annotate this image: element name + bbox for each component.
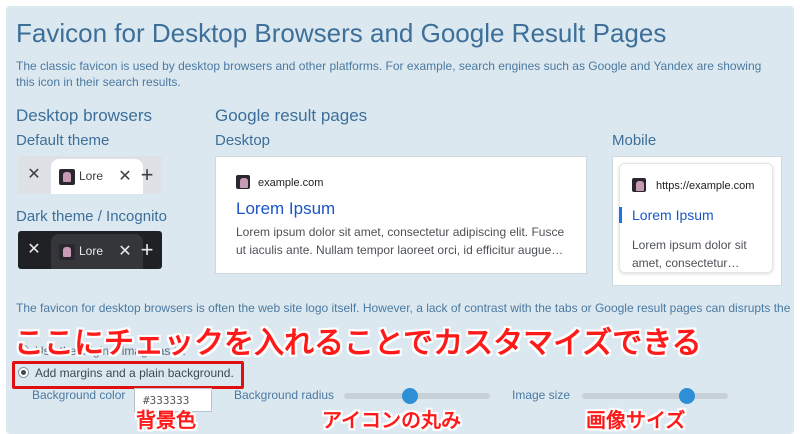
result-snippet: Lorem ipsum dolor sit amet, consectetur …: [236, 223, 576, 259]
default-theme-label: Default theme: [16, 132, 110, 149]
mobile-result-card: https://example.com Lorem Ipsum Lorem ip…: [619, 163, 773, 273]
google-results-heading: Google result pages: [215, 106, 368, 125]
bg-color-label: Background color: [32, 388, 126, 402]
result-title-link[interactable]: Lorem Ipsum: [236, 199, 335, 219]
browser-tab[interactable]: Lore ✕: [51, 159, 143, 194]
dark-theme-label: Dark theme / Incognito: [16, 208, 167, 225]
accent-bar: [619, 207, 622, 223]
result-snippet: Lorem ipsum dolor sit amet, consectetur…: [632, 236, 770, 272]
plus-icon[interactable]: +: [132, 231, 162, 269]
intro-text: The classic favicon is used by desktop b…: [16, 59, 762, 89]
plus-icon[interactable]: +: [132, 156, 162, 194]
favicon-preview-panel: Favicon for Desktop Browsers and Google …: [6, 6, 794, 434]
result-site-url[interactable]: example.com: [258, 177, 323, 189]
snippet-line: amet, consectetur…: [632, 256, 740, 270]
google-mobile-label: Mobile: [612, 132, 657, 149]
google-mobile-result: https://example.com Lorem Ipsum Lorem ip…: [612, 156, 782, 286]
snippet-line: Lorem ipsum dolor sit: [632, 238, 747, 252]
favicon-icon: [632, 178, 646, 192]
annotation-radius: アイコンの丸み: [322, 410, 461, 432]
default-theme-tabbar: ✕ Lore ✕ +: [18, 156, 162, 194]
slider-handle[interactable]: [679, 388, 696, 404]
close-icon[interactable]: ✕: [22, 156, 46, 194]
google-desktop-result: example.com Lorem Ipsum Lorem ipsum dolo…: [215, 156, 587, 274]
close-icon[interactable]: ✕: [22, 231, 46, 269]
page-title: Favicon for Desktop Browsers and Google …: [16, 18, 667, 48]
tab-title: Lore: [79, 244, 103, 258]
result-site-url[interactable]: https://example.com: [656, 180, 754, 192]
result-title-link[interactable]: Lorem Ipsum: [632, 207, 714, 223]
tab-title: Lore: [79, 169, 103, 183]
bg-radius-label: Background radius: [234, 388, 335, 402]
desktop-browsers-heading: Desktop browsers: [16, 106, 153, 125]
snippet-line: ut iaculis ante. Nullam tempor laoreet o…: [236, 243, 564, 257]
annotation-size: 画像サイズ: [586, 410, 686, 432]
browser-tab[interactable]: Lore ✕: [51, 234, 143, 269]
favicon-icon: [236, 175, 250, 189]
snippet-line: Lorem ipsum dolor sit amet, consectetur …: [236, 225, 565, 239]
image-size-slider[interactable]: [582, 388, 728, 404]
dark-theme-tabbar: ✕ Lore ✕ +: [18, 231, 162, 269]
google-desktop-label: Desktop: [215, 132, 271, 149]
favicon-icon: [59, 169, 75, 185]
annotation-main: ここにチェックを入れることでカスタマイズできる: [14, 327, 702, 360]
highlight-box: [12, 361, 244, 389]
contrast-note: The favicon for desktop browsers is ofte…: [16, 301, 791, 315]
favicon-icon: [59, 244, 75, 260]
slider-handle[interactable]: [401, 388, 418, 404]
bg-radius-slider[interactable]: [344, 388, 490, 404]
annotation-color: 背景色: [136, 410, 196, 432]
image-size-label: Image size: [512, 388, 571, 402]
